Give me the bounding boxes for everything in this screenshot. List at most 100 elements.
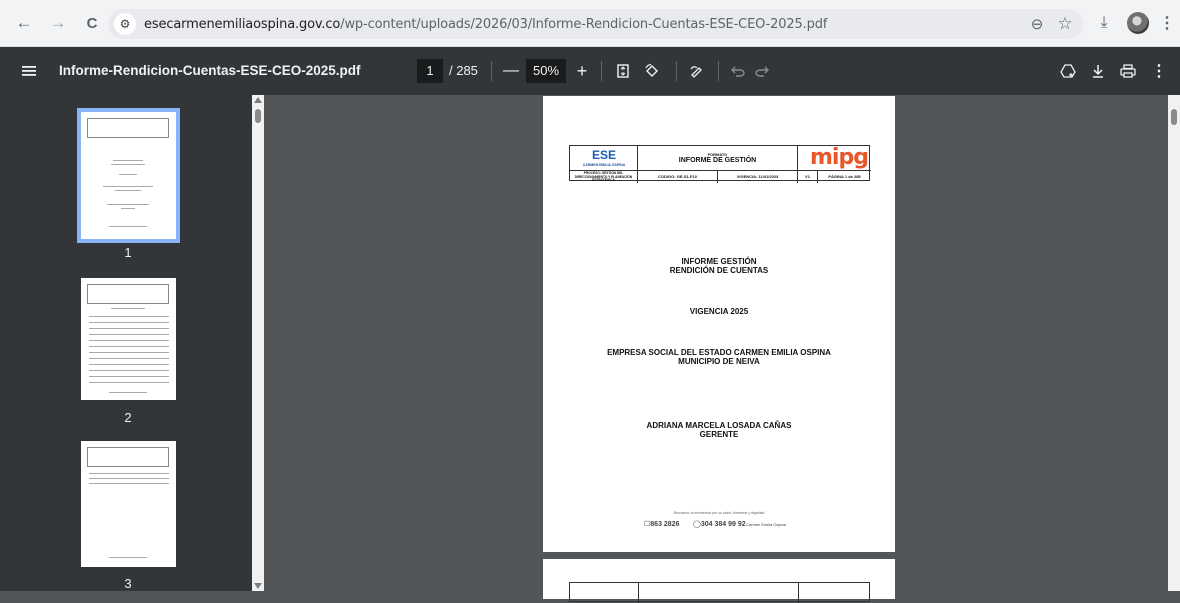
forward-button[interactable]: → [44,9,72,37]
document-header-table: ESE CARMEN EMILIA OSPINA FORMATO INFORME… [569,145,871,183]
thumbnail-text-line [89,340,169,341]
mipg-logo: mipg [810,145,869,170]
thumbnail-text-line [109,226,147,227]
download-icon[interactable] [1086,59,1110,83]
vigencia-heading: VIGENCIA 2025 [689,307,749,316]
thumbnail-text-line [89,358,169,359]
thumbnail-text-line [113,160,143,161]
vigencia-cell: VIGENCIA: 11/01/2023 [718,171,798,183]
proceso-cell: PROCESO: GESTIÓN DEL DIRECCIONAMIENTO Y … [570,171,638,183]
thumbnail-text-line [89,376,169,377]
fit-page-icon[interactable] [611,59,635,83]
report-heading-2: RENDICIÓN DE CUENTAS [669,266,769,275]
page-number-input[interactable]: 1 [417,59,443,83]
annotate-icon[interactable] [685,59,709,83]
thumbnail-text-line [89,364,169,365]
main-scroll-thumb[interactable] [1171,109,1177,125]
back-arrow-icon: ← [15,13,33,32]
divider [676,61,677,81]
page-2-header-divider [638,583,639,603]
thumbnail-text-line [111,164,145,165]
thumbnail-header [87,118,169,138]
sidebar-scrollbar[interactable] [252,95,264,591]
thumbnail-text-line [115,190,141,191]
zoom-in-button[interactable]: + [570,59,594,83]
redo-icon[interactable] [750,59,774,83]
codigo-cell: CODIGO: GE-S1-F10 [638,171,718,183]
browser-menu-icon[interactable]: ⋮ [1154,10,1180,36]
main-scrollbar[interactable] [1168,95,1180,591]
thumbnail-page-3[interactable] [81,441,176,567]
url-path: /wp-content/uploads/2026/03/Informe-Rend… [340,16,828,32]
site-info-icon[interactable]: ⚙ [114,13,136,35]
header-details-row: PROCESO: GESTIÓN DEL DIRECCIONAMIENTO Y … [570,170,871,183]
thumbnail-page-1[interactable] [77,108,180,243]
empresa-line-2: MUNICIPIO DE NEIVA [678,357,760,366]
thumbnail-text-line [89,483,169,484]
thumbnail-text-line [89,478,169,479]
thumbnail-text-line [109,557,147,558]
address-bar[interactable]: ⚙ esecarmenemiliaospina.gov.co/wp-conten… [108,9,1083,39]
rotate-icon[interactable] [640,59,664,83]
pdf-toolbar: Informe-Rendicion-Cuentas-ESE-CEO-2025.p… [0,47,1180,95]
thumbnail-text-line [89,316,169,317]
reload-icon: C [86,14,98,32]
footer-social: Carmen Emilia Ospina [746,522,787,527]
divider [601,61,602,81]
thumbnail-number-1: 1 [124,245,132,260]
zoom-input[interactable]: 50% [526,59,566,83]
thumbnail-sidebar: 1 2 3 [0,95,264,591]
thumbnail-text-line [89,473,169,474]
thumbnail-text-line [89,352,169,353]
pdf-page-2-top [543,559,895,603]
sidebar-menu-icon[interactable] [22,61,42,81]
page-total: / 285 [449,63,478,78]
thumbnail-number-2: 2 [124,410,132,425]
version-cell: V1 [798,171,818,183]
thumbnail-text-line [89,334,169,335]
bookmark-star-icon[interactable]: ☆ [1054,13,1076,35]
zoom-icon[interactable]: ⊖ [1026,13,1048,35]
zoom-out-button[interactable]: — [499,59,523,83]
page-2-header-divider [798,583,799,603]
profile-avatar[interactable] [1127,12,1149,34]
pdf-title: Informe-Rendicion-Cuentas-ESE-CEO-2025.p… [59,63,361,78]
footer-slogan: Buscamos la excelencia por su salud, bie… [673,511,765,515]
thumbnail-header [87,284,169,304]
svg-text:ESE: ESE [592,148,616,162]
thumbnail-text-line [119,174,137,175]
gerente-role: GERENTE [699,430,739,439]
thumbnail-text-line [121,208,135,209]
drive-save-icon[interactable] [1056,59,1080,83]
back-button[interactable]: ← [10,9,38,37]
scroll-down-arrow-icon[interactable] [254,583,262,589]
thumbnail-header [87,447,169,467]
thumbnail-text-line [103,186,153,187]
thumbnail-text-line [89,328,169,329]
whatsapp-icon: ◯ [693,521,701,528]
undo-icon[interactable] [726,59,750,83]
thumbnail-page-2[interactable] [81,278,176,400]
mipg-logo-cell: mipg [798,146,871,170]
more-options-icon[interactable]: ⋮ [1147,59,1171,83]
thumbnail-text-line [89,346,169,347]
reload-button[interactable]: C [78,9,106,37]
format-title-cell: FORMATO INFORME DE GESTIÓN [638,146,798,170]
ese-logo-icon: ESE [592,148,616,162]
footer-phone-2: ◯304 384 99 92 [693,521,746,528]
url-host: esecarmenemiliaospina.gov.co [144,16,341,32]
ese-logo-cell: ESE CARMEN EMILIA OSPINA [570,146,638,170]
minus-icon: — [503,62,519,79]
pagina-cell: PÁGINA 1 de 285 [828,174,861,179]
downloads-icon[interactable]: ⤓ [1091,10,1117,36]
footer-phone-1: ☐863 2826 [644,521,680,528]
url-text[interactable]: esecarmenemiliaospina.gov.co/wp-content/… [144,17,827,32]
scroll-up-arrow-icon[interactable] [254,97,262,103]
format-title: INFORME DE GESTIÓN [678,157,757,164]
browser-toolbar: ← → C ⚙ esecarmenemiliaospina.gov.co/wp-… [0,0,1180,47]
sidebar-scroll-thumb[interactable] [255,109,261,123]
forward-arrow-icon: → [49,13,67,32]
thumbnail-number-3: 3 [124,576,132,591]
divider [491,61,492,81]
print-icon[interactable] [1116,59,1140,83]
